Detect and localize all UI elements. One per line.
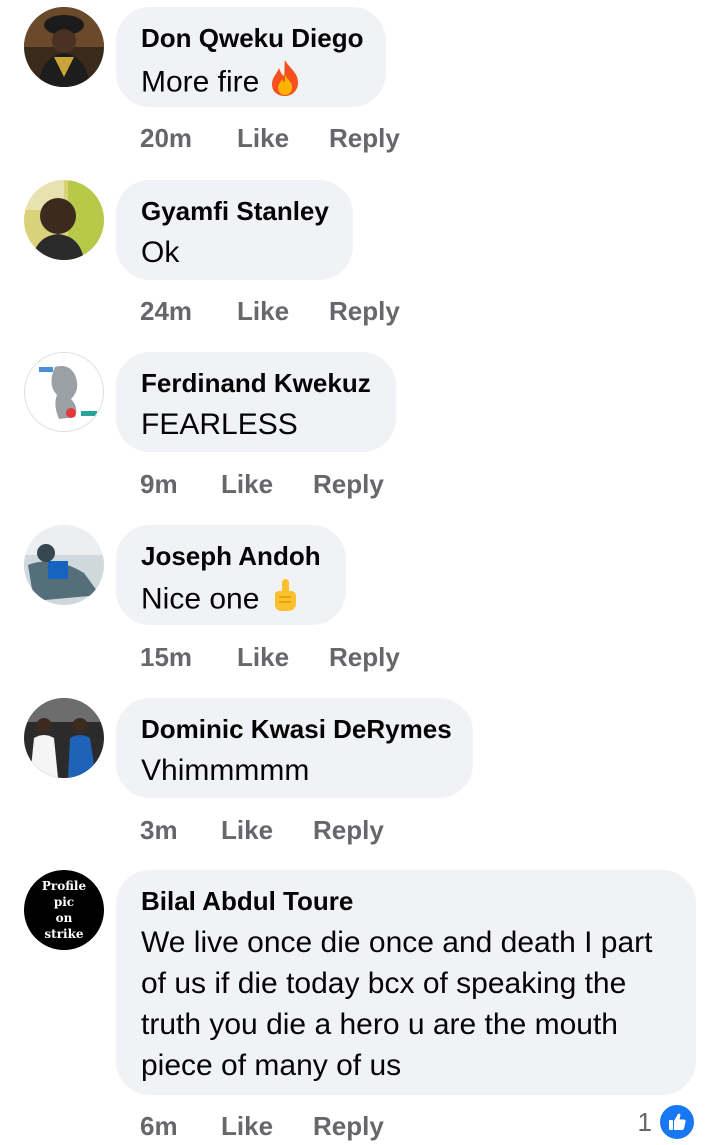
avatar[interactable] (24, 7, 104, 87)
avatar[interactable] (24, 698, 104, 778)
comment-text: Vhimmmmm (141, 754, 310, 787)
comment-actions: 24m Like Reply (140, 296, 400, 326)
comment-time: 15m (140, 642, 193, 672)
comment-text-content: Nice one (141, 582, 260, 616)
comment-time: 24m (140, 296, 193, 326)
avatar-text: strike (44, 927, 84, 941)
avatar[interactable] (24, 352, 104, 432)
comment-bubble: Gyamfi Stanley Ok (116, 180, 353, 280)
reaction-count: 1 (637, 1106, 652, 1137)
comment-author[interactable]: Don Qweku Diego (141, 23, 363, 53)
comment-bubble: Joseph Andoh Nice one (116, 525, 346, 625)
fire-emoji (269, 59, 301, 108)
comment-bubble: Dominic Kwasi DeRymes Vhimmmmm (116, 698, 473, 798)
comment-author[interactable]: Ferdinand Kwekuz (141, 368, 371, 398)
reply-button[interactable]: Reply (313, 1111, 384, 1141)
comment-text: Nice one (141, 577, 321, 624)
avatar-text: on (55, 911, 73, 925)
comment-author[interactable]: Gyamfi Stanley (141, 196, 329, 226)
like-button[interactable]: Like (221, 1111, 313, 1141)
comment-bubble: Don Qweku Diego More fire (116, 7, 386, 107)
comment-time: 6m (140, 1111, 178, 1141)
comment-time: 3m (140, 815, 178, 845)
comment-actions: 3m Like Reply (140, 815, 384, 845)
comment-actions: 20m Like Reply (140, 123, 400, 153)
like-button[interactable]: Like (237, 642, 329, 672)
reply-button[interactable]: Reply (329, 642, 400, 672)
comment-text: More fire (141, 59, 361, 108)
comment-bubble: Bilal Abdul Toure We live once die once … (116, 870, 696, 1095)
thumbs-up-icon (658, 1103, 696, 1141)
like-button[interactable]: Like (237, 123, 329, 153)
comment-time: 20m (140, 123, 193, 153)
like-button[interactable]: Like (221, 815, 313, 845)
comment-time: 9m (140, 469, 178, 499)
avatar[interactable] (24, 180, 104, 260)
comment-author[interactable]: Joseph Andoh (141, 541, 321, 571)
comment-text-content: More fire (141, 65, 260, 99)
index-pointing-up-emoji (269, 577, 299, 624)
like-button[interactable]: Like (237, 296, 329, 326)
comment-bubble: Ferdinand Kwekuz FEARLESS (116, 352, 396, 452)
comment-author[interactable]: Dominic Kwasi DeRymes (141, 714, 452, 744)
comment-text: FEARLESS (141, 408, 298, 441)
reaction-summary[interactable]: 1 (638, 1103, 696, 1141)
comment-text: We live once die once and death I part o… (141, 926, 653, 1082)
avatar-text: Profile (41, 879, 87, 893)
comment-author[interactable]: Bilal Abdul Toure (141, 886, 671, 916)
reply-button[interactable]: Reply (329, 123, 400, 153)
reply-button[interactable]: Reply (313, 815, 384, 845)
comment-actions: 6m Like Reply (140, 1111, 384, 1141)
comment-actions: 9m Like Reply (140, 469, 384, 499)
avatar-text: pic (53, 895, 75, 909)
reply-button[interactable]: Reply (313, 469, 384, 499)
avatar[interactable]: Profile pic on strike (24, 870, 104, 950)
like-button[interactable]: Like (221, 469, 313, 499)
comment-text: Ok (141, 236, 180, 269)
reply-button[interactable]: Reply (329, 296, 400, 326)
comment-actions: 15m Like Reply (140, 642, 400, 672)
avatar[interactable] (24, 525, 104, 605)
